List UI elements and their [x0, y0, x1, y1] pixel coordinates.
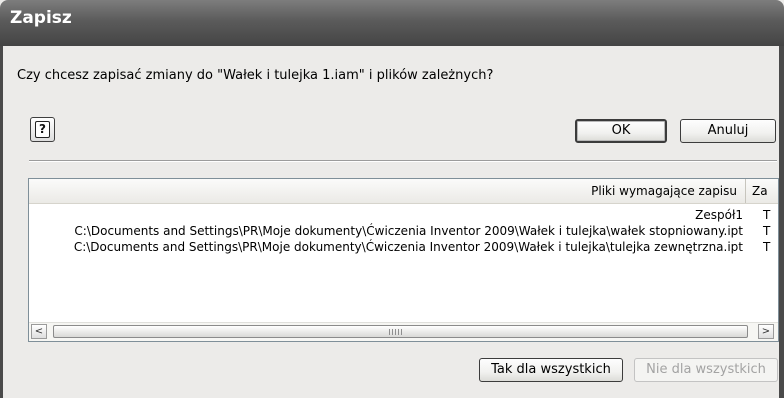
- files-list[interactable]: Pliki wymagające zapisu Za Zespół1 T C:\…: [28, 178, 779, 342]
- save-question-text: Czy chcesz zapisać zmiany do "Wałek i tu…: [17, 68, 494, 83]
- list-item-type: T: [763, 224, 771, 238]
- save-dialog: Zapisz Czy chcesz zapisać zmiany do "Wał…: [0, 0, 784, 398]
- ok-button[interactable]: OK: [575, 119, 667, 143]
- horizontal-scrollbar[interactable]: < >: [29, 322, 778, 341]
- list-item[interactable]: Zespół1 T: [29, 207, 778, 223]
- list-header: Pliki wymagające zapisu Za: [29, 179, 778, 204]
- scroll-left-icon[interactable]: <: [31, 324, 47, 339]
- scroll-right-icon[interactable]: >: [758, 324, 774, 339]
- list-item-path: C:\Documents and Settings\PR\Moje dokume…: [73, 240, 743, 254]
- column-header-files[interactable]: Pliki wymagające zapisu: [29, 179, 746, 203]
- yes-to-all-button[interactable]: Tak dla wszystkich: [479, 358, 623, 382]
- help-button[interactable]: ?: [30, 117, 55, 142]
- window-frame-left: [0, 46, 3, 398]
- question-mark-icon: ?: [35, 121, 50, 138]
- list-item[interactable]: C:\Documents and Settings\PR\Moje dokume…: [29, 239, 778, 255]
- list-item-path: C:\Documents and Settings\PR\Moje dokume…: [74, 224, 743, 238]
- cancel-button[interactable]: Anuluj: [680, 119, 776, 143]
- no-to-all-button[interactable]: Nie dla wszystkich: [634, 358, 778, 382]
- scrollbar-thumb[interactable]: [53, 325, 748, 338]
- list-item-path: Zespół1: [695, 208, 743, 222]
- list-item[interactable]: C:\Documents and Settings\PR\Moje dokume…: [29, 223, 778, 239]
- list-item-type: T: [763, 208, 771, 222]
- list-item-type: T: [763, 240, 771, 254]
- grip-icon: [389, 329, 403, 335]
- window-title: Zapisz: [10, 8, 72, 28]
- window-frame-right: [779, 46, 784, 398]
- title-bar[interactable]: Zapisz: [0, 0, 784, 46]
- column-header-type[interactable]: Za: [747, 179, 768, 203]
- divider: [29, 160, 777, 162]
